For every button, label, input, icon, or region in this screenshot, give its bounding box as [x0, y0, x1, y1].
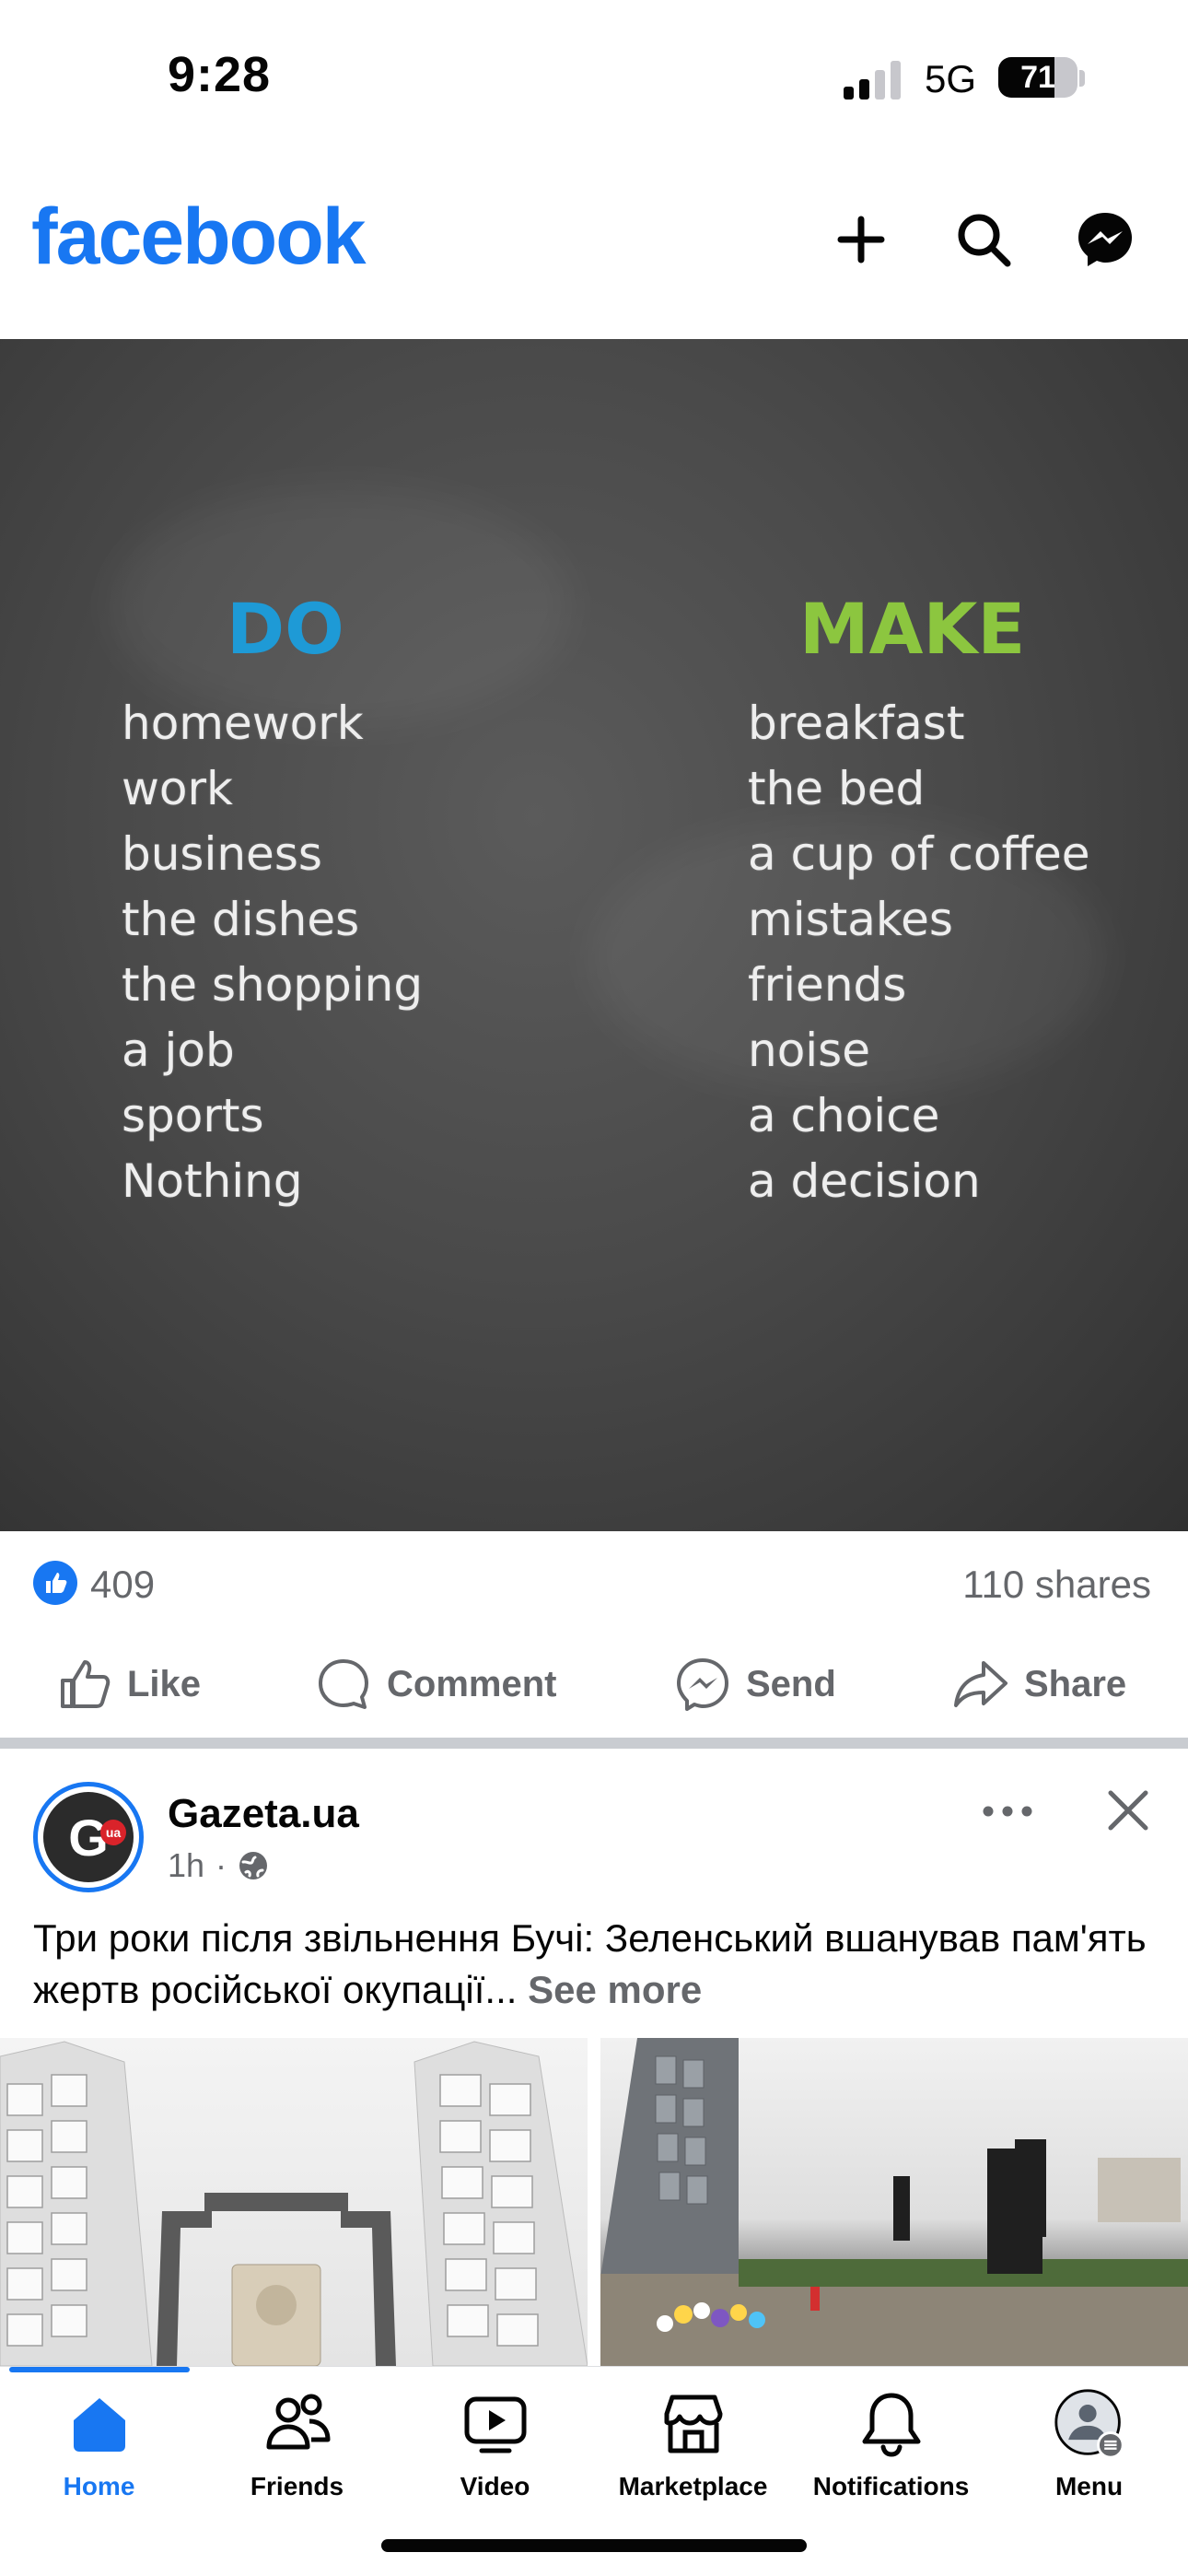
do-item: homework	[122, 697, 364, 750]
signal-icon	[844, 61, 901, 100]
messenger-send-icon	[677, 1658, 728, 1711]
post-image-chalkboard[interactable]: DO MAKE homework work business the dishes th…	[0, 339, 1188, 1531]
post-photo-memorial-left[interactable]	[0, 2038, 588, 2366]
home-indicator	[381, 2539, 807, 2552]
do-item: the dishes	[122, 893, 360, 946]
comment-icon	[319, 1659, 368, 1709]
comment-button[interactable]: Comment	[315, 1647, 556, 1721]
messenger-icon[interactable]	[1066, 201, 1144, 278]
tab-menu[interactable]: Menu	[990, 2387, 1188, 2525]
status-bar: 9:28 5G 71	[0, 0, 1188, 157]
share-icon	[954, 1661, 1007, 1707]
make-item: friends	[748, 958, 907, 1012]
tab-label-home: Home	[63, 2472, 135, 2500]
status-time: 9:28	[168, 47, 272, 102]
do-item: a job	[122, 1024, 235, 1077]
globe-icon	[239, 1852, 268, 1879]
tab-marketplace[interactable]: Marketplace	[594, 2387, 792, 2525]
do-item: the shopping	[122, 958, 424, 1012]
ceremony-illustration	[600, 2038, 1188, 2366]
tab-friends[interactable]: Friends	[198, 2387, 396, 2525]
see-more-link[interactable]: See more	[528, 1968, 702, 2011]
post-photo-ceremony-right[interactable]	[600, 2038, 1188, 2366]
battery-level: 71	[1020, 59, 1055, 95]
do-heading: DO	[227, 588, 344, 670]
do-item: business	[122, 827, 322, 881]
hide-post-button[interactable]	[1098, 1780, 1159, 1841]
page-name[interactable]: Gazeta.ua	[168, 1791, 359, 1837]
send-button[interactable]: Send	[674, 1647, 836, 1721]
more-icon	[983, 1806, 1032, 1817]
do-item: Nothing	[122, 1154, 303, 1208]
network-type: 5G	[925, 57, 977, 100]
post-action-bar: Like Comment Send Share	[0, 1638, 1188, 1730]
make-item: breakfast	[748, 697, 965, 750]
do-item: sports	[122, 1089, 264, 1142]
search-icon[interactable]	[945, 201, 1022, 278]
profile-avatar	[1053, 2387, 1126, 2461]
make-item: a cup of coffee	[748, 827, 1090, 881]
share-button[interactable]: Share	[952, 1647, 1126, 1721]
video-icon	[459, 2387, 532, 2461]
share-label: Share	[1024, 1663, 1127, 1704]
make-item: the bed	[748, 762, 926, 815]
like-reaction-icon	[33, 1561, 77, 1605]
like-count[interactable]: 409	[90, 1563, 155, 1607]
post-time[interactable]: 1h	[168, 1846, 204, 1885]
tab-home[interactable]: Home	[0, 2387, 198, 2525]
do-item: work	[122, 762, 233, 815]
feed-divider	[0, 1738, 1188, 1749]
make-list: breakfast the bed a cup of coffee mistakes f…	[748, 691, 1089, 1214]
tab-notifications[interactable]: Notifications	[792, 2387, 990, 2525]
battery-icon: 71	[998, 57, 1077, 98]
active-tab-indicator	[9, 2367, 190, 2372]
like-label: Like	[127, 1663, 202, 1704]
tab-label-video: Video	[460, 2472, 530, 2500]
post-meta: 1h ·	[168, 1846, 269, 1885]
tab-label-friends: Friends	[250, 2472, 344, 2500]
avatar-badge: ua	[100, 1820, 126, 1845]
do-list: homework work business the dishes the shoppi…	[122, 691, 423, 1214]
close-icon	[1108, 1790, 1148, 1831]
tab-label-marketplace: Marketplace	[618, 2472, 768, 2500]
tab-label-notifications: Notifications	[812, 2472, 970, 2500]
tab-label-menu: Menu	[1054, 2472, 1124, 2500]
comment-label: Comment	[387, 1663, 557, 1704]
battery-cap	[1079, 70, 1085, 87]
bell-icon	[855, 2387, 928, 2461]
make-item: noise	[748, 1024, 870, 1077]
make-item: a choice	[748, 1089, 940, 1142]
facebook-logo[interactable]: facebook	[31, 192, 367, 283]
marketplace-icon	[657, 2387, 730, 2461]
like-button[interactable]: Like	[57, 1647, 201, 1721]
more-options-button[interactable]	[976, 1793, 1039, 1830]
gazeta-logo: G ua	[43, 1792, 134, 1882]
home-icon	[63, 2387, 136, 2461]
share-count[interactable]: 110 shares	[962, 1563, 1151, 1607]
app-header: facebook	[0, 175, 1188, 332]
send-label: Send	[746, 1663, 836, 1704]
friends-icon	[261, 2387, 334, 2461]
meta-separator: ·	[215, 1846, 227, 1884]
reaction-summary[interactable]: 409 110 shares	[0, 1540, 1188, 1629]
thumbs-up-icon	[61, 1660, 111, 1708]
post-text[interactable]: Три роки після звільнення Бучі: Зеленськ…	[33, 1913, 1157, 2016]
memorial-wall-illustration	[0, 2041, 588, 2366]
tab-video[interactable]: Video	[396, 2387, 594, 2525]
make-item: a decision	[748, 1154, 981, 1208]
page-avatar[interactable]: G ua	[33, 1782, 144, 1892]
plus-icon[interactable]	[822, 201, 900, 278]
make-item: mistakes	[748, 893, 953, 946]
make-heading: MAKE	[799, 588, 1026, 670]
